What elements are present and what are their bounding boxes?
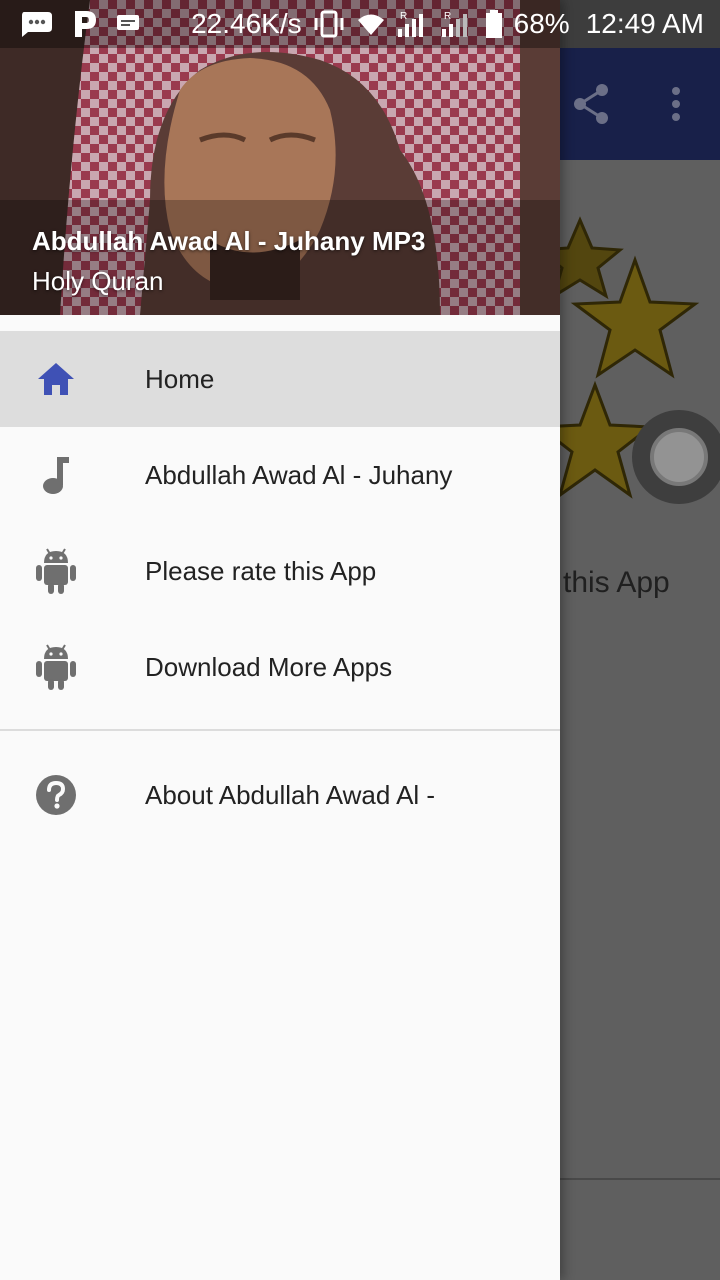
menu-item-label: Abdullah Awad Al - Juhany (145, 459, 453, 490)
menu-item-label: Download More Apps (145, 651, 393, 682)
wifi-icon (357, 14, 384, 35)
message-icon (22, 12, 52, 37)
drawer-header-subtitle: Holy Quran (32, 266, 164, 296)
menu-item-label: Home (145, 363, 215, 394)
p-app-icon (75, 11, 96, 37)
help-icon (34, 771, 78, 819)
svg-text:R: R (400, 11, 407, 22)
menu-item-reciter[interactable]: Abdullah Awad Al - Juhany (0, 427, 560, 523)
battery-icon (485, 10, 502, 38)
drawer-header-title: Abdullah Awad Al - Juhany MP3 (32, 226, 426, 256)
signal-icon: R (397, 11, 423, 37)
android-icon (34, 643, 78, 691)
navigation-drawer: Abdullah Awad Al - Juhany MP3 Holy Quran… (0, 0, 560, 1280)
network-speed: 22.46K/s (191, 8, 302, 39)
menu-item-more-apps[interactable]: Download More Apps (0, 619, 560, 715)
home-icon (34, 355, 78, 403)
svg-text:R: R (444, 11, 451, 22)
menu-item-about[interactable]: About Abdullah Awad Al - (0, 747, 560, 843)
drawer-menu: Home Abdullah Awad Al - Juhany Please ra… (0, 331, 560, 843)
menu-item-label: About Abdullah Awad Al - (145, 779, 436, 810)
battery-level: 68% (513, 8, 570, 39)
menu-item-label: Please rate this App (145, 555, 377, 586)
music-note-icon (34, 451, 78, 499)
menu-divider (0, 729, 560, 731)
vibrate-icon (314, 10, 344, 38)
menu-item-home[interactable]: Home (0, 331, 560, 427)
status-bar: 22.46K/s R R 68% 12:49 AM (0, 0, 720, 48)
signal-icon-2: R (441, 11, 467, 37)
clock: 12:49 AM (585, 8, 704, 39)
sms-icon (117, 15, 139, 30)
menu-item-rate-app[interactable]: Please rate this App (0, 523, 560, 619)
android-icon (34, 547, 78, 595)
